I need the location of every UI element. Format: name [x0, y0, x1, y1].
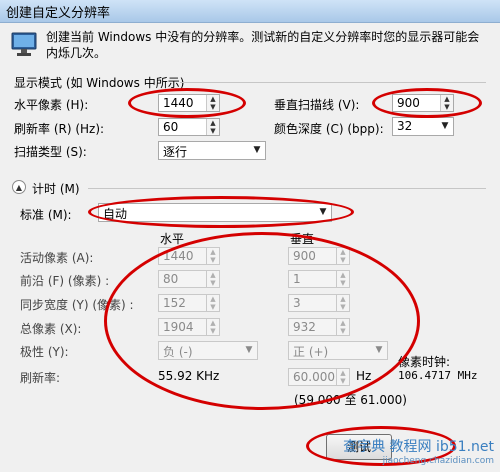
spinner-arrows-icon: ▲ ▼ — [336, 295, 349, 311]
active-pixels-label: 活动像素 (A): — [20, 251, 94, 265]
color-depth-label: 颜色深度 (C) (bpp): — [274, 122, 384, 136]
spinner-arrows-icon: ▲ ▼ — [336, 369, 349, 385]
spinner-arrows-icon: ▲ ▼ — [206, 295, 219, 311]
timing-refresh-label: 刷新率: — [20, 371, 61, 385]
description-text: 创建当前 Windows 中没有的分辨率。测试新的自定义分辨率时您的显示器可能会… — [46, 30, 480, 60]
spinner-arrows-icon: ▲ ▼ — [206, 248, 219, 264]
standard-value: 自动 — [103, 207, 128, 221]
group-divider — [180, 82, 486, 83]
column-horizontal-label: 水平 — [160, 232, 185, 246]
polarity-h-select: 负 (-) ▼ — [158, 341, 258, 360]
total-pixels-label: 总像素 (X): — [20, 322, 82, 336]
v-lines-label: 垂直扫描线 (V): — [274, 98, 360, 112]
monitor-icon — [11, 32, 37, 56]
refresh-rate-spinner[interactable]: 60 ▲ ▼ — [158, 118, 220, 136]
sync-h-spinner: 152 ▲ ▼ — [158, 294, 220, 312]
standard-select[interactable]: 自动 ▼ — [98, 203, 332, 222]
sync-v-spinner: 3 ▲ ▼ — [288, 294, 350, 312]
front-h-spinner: 80 ▲ ▼ — [158, 270, 220, 288]
h-pixels-label: 水平像素 (H): — [14, 98, 89, 112]
scan-type-select[interactable]: 逐行 ▼ — [158, 141, 266, 160]
refresh-rate-label: 刷新率 (R) (Hz): — [14, 122, 105, 136]
timing-refresh-v-spinner: 60.000 ▲ ▼ — [288, 368, 350, 386]
scan-type-value: 逐行 — [163, 145, 188, 159]
polarity-v-select: 正 (+) ▼ — [288, 341, 388, 360]
chevron-down-icon: ▼ — [319, 207, 327, 217]
watermark: 查字典 教程网 ib51.net jiaocheng.chazidian.com — [343, 440, 494, 468]
sync-h-value: 152 — [163, 296, 186, 310]
chevron-down-icon: ▼ — [245, 345, 253, 355]
scan-type-label: 扫描类型 (S): — [14, 145, 87, 159]
spinner-arrows-icon: ▲ ▼ — [336, 271, 349, 287]
pixel-clock-label: 像素时钟: — [398, 355, 451, 369]
sync-width-label: 同步宽度 (Y) (像素) : — [20, 298, 134, 312]
chevron-down-icon: ▼ — [253, 145, 261, 155]
sync-v-value: 3 — [293, 296, 301, 310]
collapse-toggle-icon[interactable]: ▲ — [12, 180, 26, 194]
v-lines-value: 900 — [397, 96, 420, 110]
spinner-arrows-icon[interactable]: ▲ ▼ — [206, 95, 219, 111]
front-h-value: 80 — [163, 272, 179, 286]
h-pixels-spinner[interactable]: 1440 ▲ ▼ — [158, 94, 220, 112]
timing-section-title: 计时 (M) — [32, 182, 80, 196]
active-h-spinner: 1440 ▲ ▼ — [158, 247, 220, 265]
total-v-value: 932 — [293, 320, 316, 334]
watermark-line2: jiaocheng.chazidian.com — [382, 456, 494, 466]
spinner-arrows-icon: ▲ ▼ — [336, 319, 349, 335]
chevron-down-icon: ▼ — [375, 345, 383, 355]
annotation-ellipse — [104, 232, 420, 410]
front-porch-label: 前沿 (F) (像素) : — [20, 274, 110, 288]
spinner-arrows-icon[interactable]: ▲ ▼ — [440, 95, 453, 111]
polarity-label: 极性 (Y): — [20, 345, 69, 359]
refresh-rate-value: 60 — [163, 120, 179, 134]
front-v-value: 1 — [293, 272, 301, 286]
timing-refresh-unit: Hz — [356, 369, 372, 383]
color-depth-select[interactable]: 32 ▼ — [392, 117, 454, 136]
title-bar: 创建自定义分辨率 — [0, 0, 500, 23]
group-divider — [88, 188, 486, 189]
timing-refresh-v-value: 60.000 — [293, 370, 335, 384]
window-title: 创建自定义分辨率 — [6, 6, 111, 21]
total-v-spinner: 932 ▲ ▼ — [288, 318, 350, 336]
spinner-arrows-icon: ▲ ▼ — [206, 271, 219, 287]
spinner-arrows-icon[interactable]: ▲ ▼ — [206, 119, 219, 135]
timing-refresh-h-value: 55.92 KHz — [158, 369, 220, 383]
polarity-h-value: 负 (-) — [163, 345, 193, 359]
active-v-spinner: 900 ▲ ▼ — [288, 247, 350, 265]
color-depth-value: 32 — [397, 119, 413, 133]
spinner-arrows-icon: ▲ ▼ — [336, 248, 349, 264]
watermark-line1: 查字典 教程网 ib51.net — [343, 439, 494, 455]
chevron-down-icon: ▼ — [441, 121, 449, 131]
column-vertical-label: 垂直 — [290, 232, 315, 246]
total-h-spinner: 1904 ▲ ▼ — [158, 318, 220, 336]
active-v-value: 900 — [293, 249, 316, 263]
active-h-value: 1440 — [163, 249, 194, 263]
h-pixels-value: 1440 — [163, 96, 194, 110]
pixel-clock-value: 106.4717 MHz — [398, 369, 478, 382]
front-v-spinner: 1 ▲ ▼ — [288, 270, 350, 288]
total-h-value: 1904 — [163, 320, 194, 334]
standard-label: 标准 (M): — [20, 208, 72, 222]
timing-refresh-range: (59.000 至 61.000) — [294, 393, 407, 407]
v-lines-spinner[interactable]: 900 ▲ ▼ — [392, 94, 454, 112]
spinner-arrows-icon: ▲ ▼ — [206, 319, 219, 335]
display-mode-group-title: 显示模式 (如 Windows 中所示) — [14, 76, 185, 90]
polarity-v-value: 正 (+) — [293, 345, 329, 359]
